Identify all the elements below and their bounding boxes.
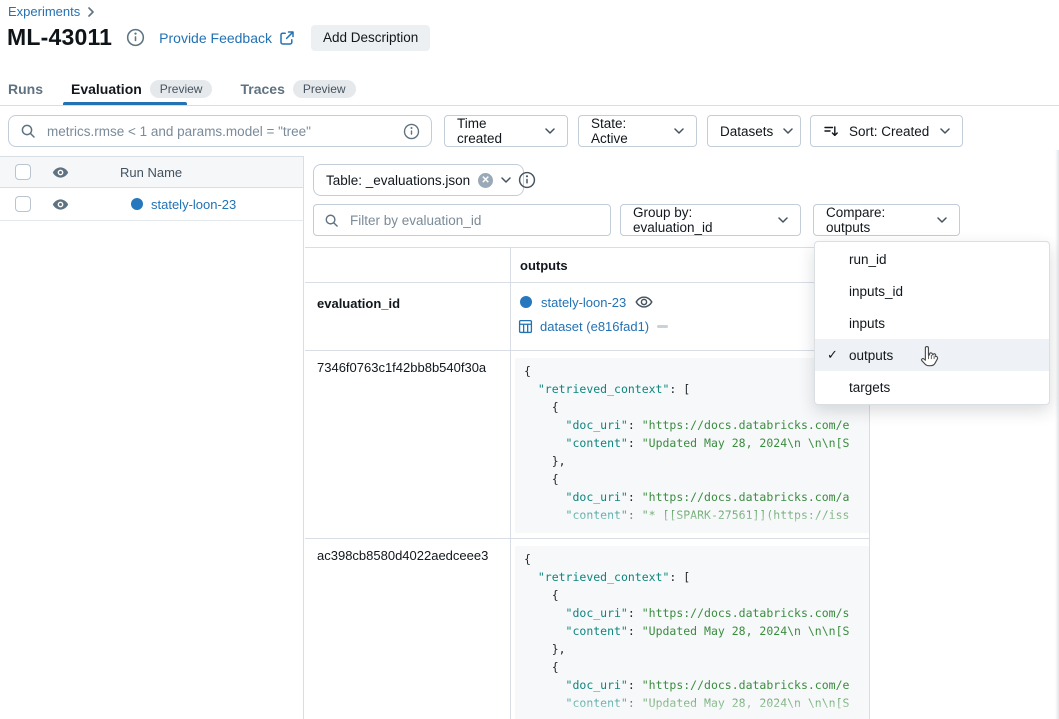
breadcrumb: Experiments	[8, 4, 95, 19]
page-title: ML-43011	[7, 24, 112, 51]
code-line: },	[524, 452, 869, 470]
menu-item-run_id[interactable]: run_id	[815, 243, 1049, 275]
code-line: "content": "Updated May 28, 2024\n \n\n[…	[524, 434, 869, 452]
menu-item-label: targets	[849, 380, 890, 395]
divider	[0, 105, 1059, 106]
check-icon: ✓	[827, 347, 845, 363]
chevron-down-icon	[937, 217, 947, 223]
breadcrumb-experiments-link[interactable]: Experiments	[8, 4, 80, 19]
info-icon[interactable]	[403, 123, 420, 140]
tab-bar: Runs Evaluation Preview Traces Preview	[8, 80, 356, 98]
dataset-link[interactable]: dataset (e816fad1)	[540, 319, 649, 334]
evaluation-row: 7346f0763c1f42bb8b540f30a { "retrieved_c…	[305, 351, 869, 539]
scroll-edge-shade	[1055, 150, 1059, 719]
menu-item-label: inputs_id	[849, 284, 903, 299]
code-line: "doc_uri": "https://docs.databricks.com/…	[524, 416, 869, 434]
evaluation-table: outputs evaluation_id stately-loon-23 da…	[305, 247, 870, 719]
sort-button[interactable]: Sort: Created	[810, 115, 963, 147]
state-filter-button[interactable]: State: Active	[578, 115, 697, 147]
evaluation-id: 7346f0763c1f42bb8b540f30a	[305, 351, 511, 538]
chevron-right-icon	[87, 7, 95, 17]
compare-button[interactable]: Compare: outputs	[813, 204, 960, 236]
run-row[interactable]: stately-loon-23	[0, 188, 303, 221]
menu-item-inputs_id[interactable]: inputs_id	[815, 275, 1049, 307]
chevron-down-icon	[545, 128, 555, 134]
run-search-input[interactable]	[45, 123, 394, 140]
outputs-cell[interactable]: { "retrieved_context": [ { "doc_uri": "h…	[511, 539, 869, 719]
add-description-button[interactable]: Add Description	[311, 25, 430, 51]
preview-badge: Preview	[293, 80, 356, 98]
runs-table-header: Run Name	[0, 157, 303, 188]
menu-item-label: outputs	[849, 348, 893, 363]
code-line: {	[524, 470, 869, 488]
table-selector[interactable]: Table: _evaluations.json ✕	[313, 164, 524, 196]
code-line: "doc_uri": "https://docs.databricks.com/…	[524, 604, 869, 622]
runs-panel: Run Name stately-loon-23	[0, 156, 304, 719]
code-line: {	[524, 550, 869, 568]
tab-traces[interactable]: Traces Preview	[240, 80, 355, 98]
run-search-box	[8, 115, 432, 147]
external-link-icon	[279, 30, 295, 46]
chevron-down-icon	[778, 217, 788, 223]
chevron-down-icon	[674, 128, 684, 134]
search-icon	[324, 213, 339, 228]
time-created-filter-button[interactable]: Time created	[444, 115, 568, 147]
evaluation-table-header-row: outputs	[305, 248, 869, 283]
tab-evaluation[interactable]: Evaluation Preview	[71, 80, 212, 98]
evaluation-row: ac398cb8580d4022aedceee3 { "retrieved_co…	[305, 539, 869, 719]
group-row: evaluation_id stately-loon-23 dataset (e…	[305, 283, 869, 351]
visibility-eye-icon[interactable]	[52, 196, 69, 213]
title-row: ML-43011 Provide Feedback Add Descriptio…	[7, 24, 430, 51]
group-by-button[interactable]: Group by: evaluation_id	[620, 204, 801, 236]
code-line: "retrieved_context": [	[524, 568, 869, 586]
run-name-column-header: Run Name	[120, 165, 182, 180]
code-line: },	[524, 640, 869, 658]
code-line: "content": "* [[SPARK-27561]](https://is…	[524, 506, 869, 524]
clear-table-icon[interactable]: ✕	[478, 173, 493, 188]
run-name-link[interactable]: stately-loon-23	[541, 295, 626, 310]
eye-outline-icon[interactable]	[635, 293, 653, 311]
menu-item-outputs[interactable]: ✓ outputs	[815, 339, 1049, 371]
sort-descending-icon	[823, 123, 839, 139]
datasets-filter-button[interactable]: Datasets	[707, 115, 801, 147]
code-line: "doc_uri": "https://docs.databricks.com/…	[524, 676, 869, 694]
chevron-down-icon	[783, 128, 793, 134]
code-line: "content": "Updated May 28, 2024\n \n\n[…	[524, 622, 869, 640]
info-icon[interactable]	[518, 171, 536, 189]
chevron-down-icon	[940, 128, 950, 134]
menu-item-label: inputs	[849, 316, 885, 331]
run-name-link[interactable]: stately-loon-23	[151, 197, 236, 212]
run-checkbox[interactable]	[15, 196, 31, 212]
compare-menu: run_id inputs_idinputs ✓ outputs targets	[814, 241, 1050, 405]
evaluation-filter-box	[313, 204, 611, 236]
code-line: {	[524, 658, 869, 676]
experiment-page: Experiments ML-43011 Provide Feedback Ad…	[0, 0, 1059, 719]
preview-badge: Preview	[150, 80, 213, 98]
search-icon	[20, 123, 36, 139]
code-line: {	[524, 586, 869, 604]
select-all-checkbox[interactable]	[15, 164, 31, 180]
info-icon[interactable]	[126, 28, 145, 47]
code-line: "content": "Updated May 28, 2024\n \n\n[…	[524, 694, 869, 712]
dash-icon	[657, 325, 668, 328]
provide-feedback-link[interactable]: Provide Feedback	[159, 30, 295, 46]
visibility-eye-icon[interactable]	[52, 164, 69, 181]
group-column-header-cell	[305, 248, 511, 282]
json-code-block[interactable]: { "retrieved_context": [ { "doc_uri": "h…	[515, 546, 869, 719]
code-line: "doc_uri": "https://docs.databricks.com/…	[524, 488, 869, 506]
evaluation-id: ac398cb8580d4022aedceee3	[305, 539, 511, 719]
chevron-down-icon	[501, 177, 511, 183]
menu-item-targets[interactable]: targets	[815, 371, 1049, 403]
dataset-table-icon	[518, 319, 533, 334]
run-color-dot	[131, 198, 143, 210]
group-row-header: evaluation_id	[305, 283, 511, 350]
menu-item-inputs[interactable]: inputs	[815, 307, 1049, 339]
menu-item-label: run_id	[849, 252, 887, 267]
evaluation-filter-input[interactable]	[348, 212, 600, 229]
tab-runs[interactable]: Runs	[8, 81, 43, 97]
run-color-dot	[520, 296, 532, 308]
